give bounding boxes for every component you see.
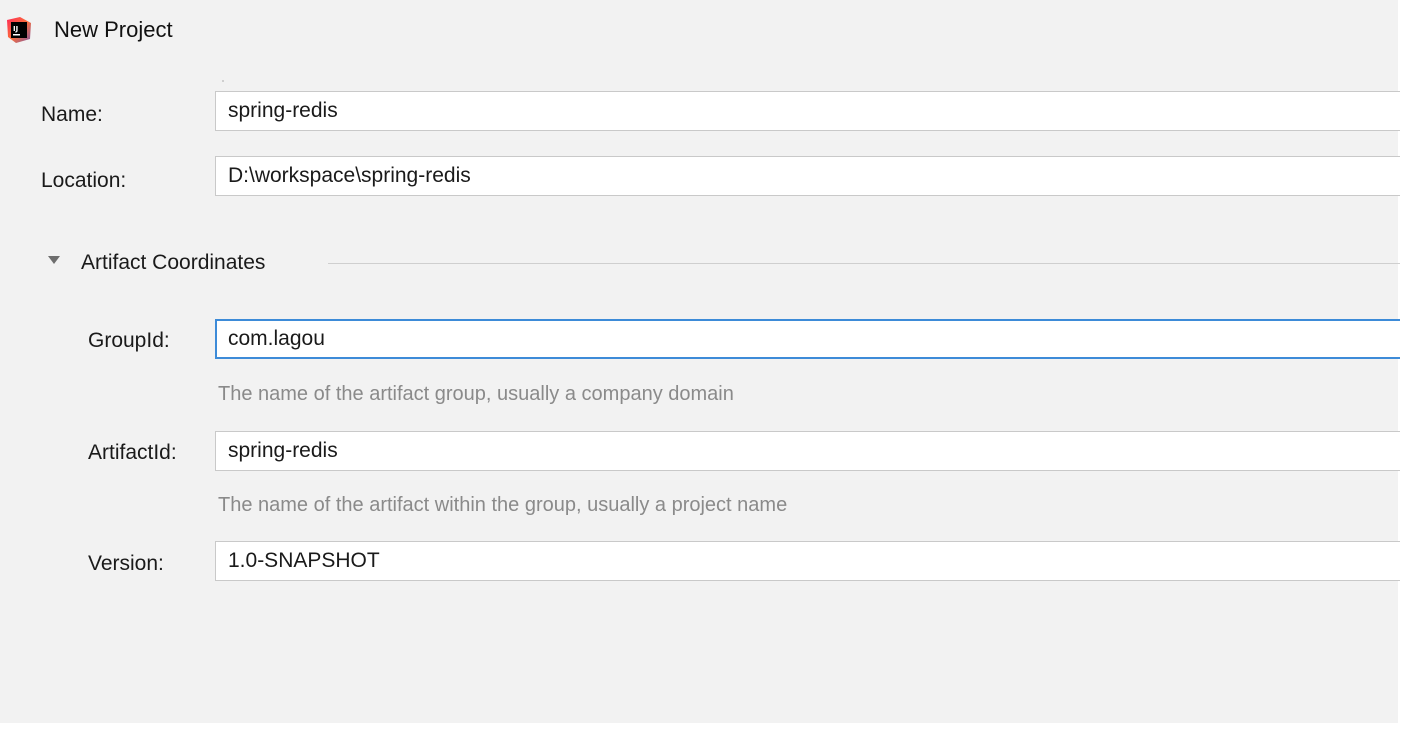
divider-mark — [222, 80, 224, 82]
intellij-idea-icon: IJ — [7, 17, 31, 43]
artifactid-input[interactable] — [215, 431, 1400, 471]
section-separator — [328, 263, 1400, 264]
svg-text:IJ: IJ — [13, 25, 18, 33]
version-input[interactable] — [215, 541, 1400, 581]
artifactid-hint: The name of the artifact within the grou… — [218, 494, 788, 516]
new-project-dialog: IJ New Project Name: Location: Artifact … — [0, 0, 1400, 723]
section-title: Artifact Coordinates — [81, 251, 266, 274]
title-bar: IJ New Project — [0, 0, 1398, 60]
triangle-down-icon — [48, 256, 60, 264]
groupid-label: GroupId: — [88, 329, 170, 352]
artifact-coordinates-toggle[interactable]: Artifact Coordinates — [44, 248, 1400, 278]
name-input[interactable] — [215, 91, 1400, 131]
location-label: Location: — [41, 169, 127, 192]
groupid-input[interactable] — [215, 319, 1400, 359]
groupid-hint: The name of the artifact group, usually … — [218, 383, 734, 405]
version-label: Version: — [88, 552, 164, 575]
location-input[interactable] — [215, 156, 1400, 196]
name-label: Name: — [41, 103, 103, 126]
dialog-title: New Project — [54, 17, 173, 42]
artifactid-label: ArtifactId: — [88, 441, 177, 464]
